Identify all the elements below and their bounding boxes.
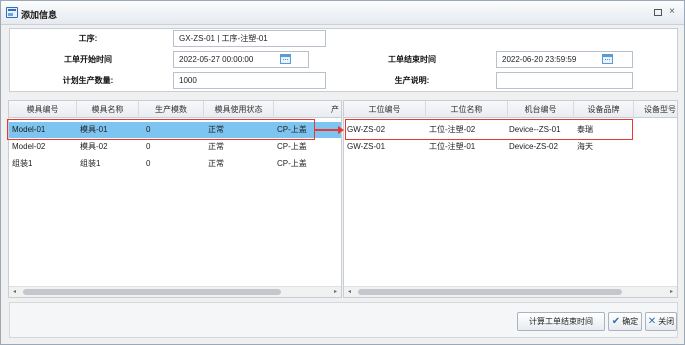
mold-code: Model-02 (12, 142, 46, 151)
window-icon (6, 7, 18, 18)
start-time-label: 工单开始时间 (64, 55, 112, 64)
arrow-icon (338, 126, 344, 134)
end-time-label: 工单结束时间 (388, 55, 436, 64)
calc-end-time-button[interactable]: 计算工单结束时间 (517, 312, 605, 331)
close-label: 关闭 (658, 317, 675, 326)
machine-code: Device-ZS-02 (509, 142, 558, 151)
column-header[interactable]: 产 (274, 101, 341, 118)
mold-name: 模具-02 (80, 142, 108, 151)
close-icon[interactable]: × (666, 6, 678, 18)
mold-count: 0 (146, 159, 151, 168)
close-button[interactable]: ✕ 关闭 (645, 312, 677, 331)
mold-table-scrollbar[interactable]: ◂ ▸ (9, 286, 341, 297)
window-title: 添加信息 (21, 10, 58, 20)
remark-field[interactable] (496, 72, 633, 89)
mold-product: CP-上盖 (277, 142, 307, 151)
maximize-icon[interactable] (652, 6, 664, 18)
dialog-window: 添加信息 × 工序: GX-ZS-01 | 工序-注塑-01 工单开始时间 20… (0, 0, 685, 345)
mold-table-header: 模具编号 模具名称 生产模数 模具使用状态 产 (9, 101, 341, 118)
scroll-right-icon[interactable]: ▸ (666, 287, 677, 297)
link-arrow-line (315, 129, 339, 131)
table-row[interactable]: GW-ZS-01 工位-注塑-01 Device-ZS-02 海天 (344, 139, 677, 155)
scroll-right-icon[interactable]: ▸ (330, 287, 341, 297)
mold-status: 正常 (208, 159, 224, 168)
scroll-left-icon[interactable]: ◂ (344, 287, 355, 297)
mold-product: CP-上盖 (277, 159, 307, 168)
process-label: 工序: (78, 34, 98, 43)
column-header[interactable]: 设备品牌 (574, 101, 634, 118)
work-order-form: 工序: GX-ZS-01 | 工序-注塑-01 工单开始时间 2022-05-2… (9, 28, 678, 92)
mold-count: 0 (146, 142, 151, 151)
mold-name: 组装1 (80, 159, 101, 168)
station-table-scrollbar[interactable]: ◂ ▸ (344, 286, 677, 297)
mold-status: 正常 (208, 142, 224, 151)
start-calendar-icon[interactable] (280, 54, 291, 64)
column-header[interactable]: 设备型号 (634, 101, 677, 118)
remark-label: 生产说明: (394, 76, 430, 85)
confirm-label: 确定 (622, 317, 639, 326)
selected-mold-highlight (7, 119, 315, 140)
scroll-left-icon[interactable]: ◂ (9, 287, 20, 297)
check-icon: ✔ (611, 315, 621, 327)
end-calendar-icon[interactable] (602, 54, 613, 64)
equipment-brand: 海天 (577, 142, 593, 151)
table-row[interactable]: 组装1 组装1 0 正常 CP-上盖 (9, 156, 341, 172)
planned-qty-field[interactable]: 1000 (173, 72, 326, 89)
target-station-highlight (345, 119, 633, 140)
station-name: 工位-注塑-01 (429, 142, 476, 151)
column-header[interactable]: 模具编号 (9, 101, 77, 118)
planned-qty-label: 计划生产数量: (62, 76, 114, 85)
title-bar[interactable]: 添加信息 × (1, 1, 684, 25)
scroll-thumb[interactable] (358, 289, 622, 295)
scroll-thumb[interactable] (23, 289, 281, 295)
column-header[interactable]: 工位编号 (344, 101, 426, 118)
station-code: GW-ZS-01 (347, 142, 386, 151)
mold-code: 组装1 (12, 159, 33, 168)
column-header[interactable]: 机台编号 (508, 101, 574, 118)
action-bar: 计算工单结束时间 ✔ 确定 ✕ 关闭 (9, 302, 678, 338)
column-header[interactable]: 模具名称 (77, 101, 139, 118)
column-header[interactable]: 模具使用状态 (204, 101, 274, 118)
column-header[interactable]: 生产模数 (139, 101, 204, 118)
column-header[interactable]: 工位名称 (426, 101, 508, 118)
station-table-header: 工位编号 工位名称 机台编号 设备品牌 设备型号 (344, 101, 677, 118)
confirm-button[interactable]: ✔ 确定 (608, 312, 642, 331)
table-row[interactable]: Model-02 模具-02 0 正常 CP-上盖 (9, 139, 341, 155)
x-icon: ✕ (647, 315, 657, 327)
process-field[interactable]: GX-ZS-01 | 工序-注塑-01 (173, 30, 326, 47)
